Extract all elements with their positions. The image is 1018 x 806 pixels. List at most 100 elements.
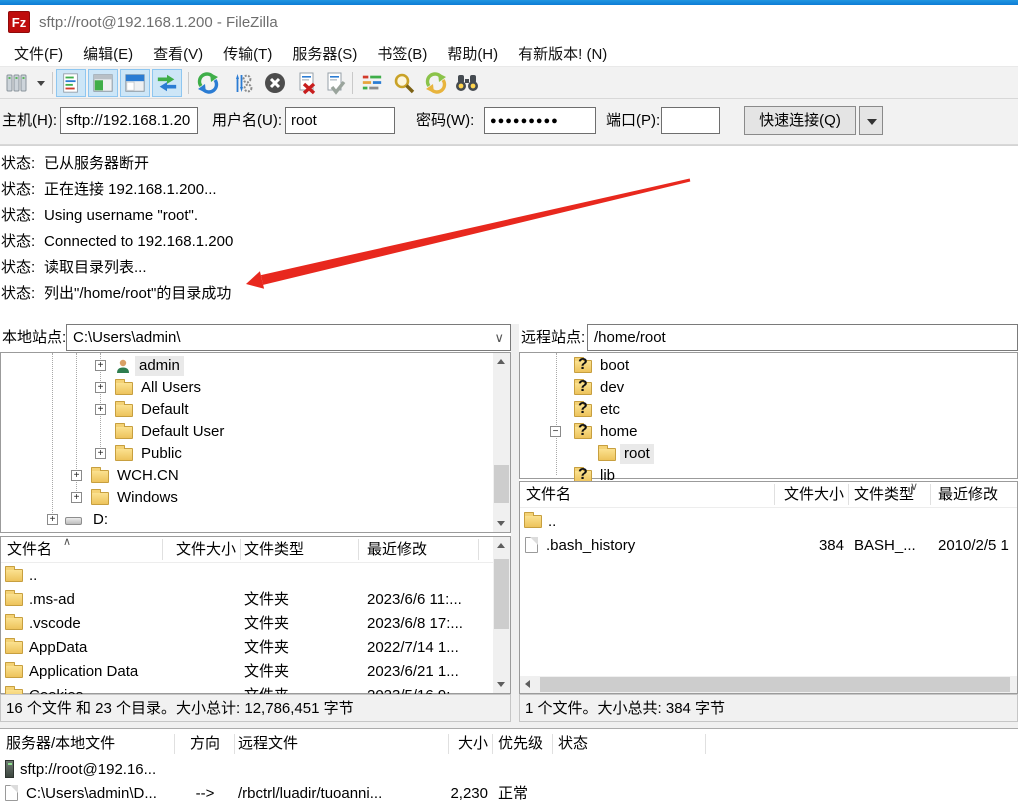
column-header-filesize[interactable]: 文件大小 bbox=[778, 482, 844, 507]
toggle-log-view-button[interactable] bbox=[56, 69, 86, 97]
unknown-folder-icon bbox=[574, 382, 592, 395]
quickconnect-button[interactable]: 快速连接(Q) bbox=[744, 106, 856, 135]
queue-header-status[interactable]: 状态 bbox=[558, 731, 588, 756]
column-separator bbox=[774, 484, 775, 505]
site-manager-dropdown[interactable] bbox=[34, 69, 48, 97]
scroll-left-icon[interactable] bbox=[520, 676, 537, 693]
quickconnect-dropdown[interactable] bbox=[859, 106, 883, 135]
reconnect-button[interactable] bbox=[320, 69, 350, 97]
port-input[interactable] bbox=[661, 107, 720, 134]
scrollbar-thumb[interactable] bbox=[540, 677, 1010, 692]
chevron-down-icon[interactable] bbox=[494, 325, 504, 350]
filter-button[interactable] bbox=[357, 69, 387, 97]
refresh-button[interactable] bbox=[193, 69, 223, 97]
remote-tree-item-root[interactable]: root bbox=[520, 443, 1017, 465]
column-separator bbox=[478, 539, 479, 560]
file-row-parent[interactable]: .. bbox=[520, 510, 1017, 534]
directory-comparison-button[interactable] bbox=[452, 69, 482, 97]
menu-bookmarks[interactable]: 书签(B) bbox=[367, 41, 437, 66]
column-header-filesize[interactable]: 文件大小 bbox=[164, 537, 236, 562]
toolbar-separator bbox=[52, 72, 53, 94]
expander-icon[interactable] bbox=[47, 514, 58, 525]
username-input[interactable] bbox=[285, 107, 395, 134]
file-row-parent[interactable]: .. bbox=[1, 564, 494, 588]
toggle-local-tree-button[interactable] bbox=[88, 69, 118, 97]
local-list-scrollbar[interactable] bbox=[493, 537, 510, 693]
expander-icon[interactable] bbox=[95, 448, 106, 459]
host-input[interactable] bbox=[60, 107, 198, 134]
expander-icon[interactable] bbox=[71, 470, 82, 481]
queue-header-size[interactable]: 大小 bbox=[452, 731, 488, 756]
expander-icon[interactable] bbox=[71, 492, 82, 503]
local-tree-item-public[interactable]: Public bbox=[1, 443, 510, 465]
file-row-appdata[interactable]: AppData 文件夹 2022/7/14 1... bbox=[1, 636, 494, 660]
site-manager-button[interactable] bbox=[2, 69, 32, 97]
scroll-up-icon[interactable] bbox=[493, 537, 510, 554]
local-tree-item-admin[interactable]: admin bbox=[1, 355, 510, 377]
synchronized-browsing-button[interactable] bbox=[421, 69, 451, 97]
queue-header-priority[interactable]: 优先级 bbox=[498, 731, 543, 756]
scroll-down-icon[interactable] bbox=[493, 515, 510, 532]
queue-header-remote-file[interactable]: 远程文件 bbox=[238, 731, 298, 756]
local-tree-scrollbar[interactable] bbox=[493, 353, 510, 532]
transfer-queue: 服务器/本地文件 方向 远程文件 大小 优先级 状态 sftp://root@1… bbox=[0, 728, 1018, 806]
local-tree-item-default-user[interactable]: Default User bbox=[1, 421, 510, 443]
column-header-filename[interactable]: 文件名 bbox=[7, 537, 157, 562]
scrollbar-thumb[interactable] bbox=[494, 465, 509, 503]
cancel-operation-button[interactable] bbox=[260, 69, 290, 97]
column-header-modified[interactable]: 最近修改 bbox=[938, 482, 1016, 507]
menu-transfer[interactable]: 传输(T) bbox=[213, 41, 282, 66]
remote-tree-item-dev[interactable]: dev bbox=[520, 377, 1017, 399]
queue-header-direction[interactable]: 方向 bbox=[178, 731, 232, 756]
column-separator bbox=[552, 734, 553, 754]
file-row-vscode[interactable]: .vscode 文件夹 2023/6/8 17:... bbox=[1, 612, 494, 636]
menu-view[interactable]: 查看(V) bbox=[143, 41, 213, 66]
remote-tree-item-etc[interactable]: etc bbox=[520, 399, 1017, 421]
local-tree-item-windows[interactable]: Windows bbox=[1, 487, 510, 509]
expander-icon[interactable] bbox=[95, 360, 106, 371]
queue-row-server[interactable]: sftp://root@192.16... bbox=[0, 758, 1018, 782]
server-icon bbox=[5, 760, 14, 778]
local-tree-item-all-users[interactable]: All Users bbox=[1, 377, 510, 399]
toggle-remote-tree-button[interactable] bbox=[120, 69, 150, 97]
find-files-button[interactable] bbox=[389, 69, 419, 97]
folder-icon bbox=[115, 382, 133, 395]
local-tree-item-default[interactable]: Default bbox=[1, 399, 510, 421]
scroll-down-icon[interactable] bbox=[493, 676, 510, 693]
menu-help[interactable]: 帮助(H) bbox=[437, 41, 508, 66]
expander-icon[interactable] bbox=[95, 404, 106, 415]
file-row-ms-ad[interactable]: .ms-ad 文件夹 2023/6/6 11:... bbox=[1, 588, 494, 612]
remote-list-hscrollbar[interactable] bbox=[520, 676, 1017, 693]
menu-file[interactable]: 文件(F) bbox=[4, 41, 73, 66]
local-site-combo[interactable]: C:\Users\admin\ bbox=[66, 324, 511, 351]
local-tree-item-drive-d[interactable]: D: bbox=[1, 509, 510, 531]
folder-icon bbox=[5, 665, 23, 678]
column-separator bbox=[492, 734, 493, 754]
menu-new-version[interactable]: 有新版本! (N) bbox=[508, 41, 617, 66]
column-header-filetype[interactable]: 文件类型 bbox=[244, 537, 352, 562]
toggle-transfer-queue-button[interactable] bbox=[152, 69, 182, 97]
file-row-bash-history[interactable]: .bash_history 384 BASH_... 2010/2/5 1 bbox=[520, 534, 1017, 558]
vertical-splitter[interactable] bbox=[511, 324, 519, 722]
disconnect-button[interactable] bbox=[292, 69, 322, 97]
remote-site-combo[interactable]: /home/root bbox=[587, 324, 1018, 351]
column-header-modified[interactable]: 最近修改 bbox=[367, 537, 475, 562]
column-separator bbox=[162, 539, 163, 560]
menu-edit[interactable]: 编辑(E) bbox=[73, 41, 143, 66]
transfer-settings-button[interactable] bbox=[226, 69, 256, 97]
expander-icon[interactable] bbox=[95, 382, 106, 393]
remote-tree-item-boot[interactable]: boot bbox=[520, 355, 1017, 377]
file-row-application-data[interactable]: Application Data 文件夹 2023/6/21 1... bbox=[1, 660, 494, 684]
menu-server[interactable]: 服务器(S) bbox=[282, 41, 367, 66]
column-header-filename[interactable]: 文件名 bbox=[526, 482, 706, 507]
password-input[interactable] bbox=[484, 107, 596, 134]
disconnect-icon bbox=[295, 71, 319, 95]
queue-header-local-file[interactable]: 服务器/本地文件 bbox=[6, 731, 115, 756]
expander-icon[interactable] bbox=[550, 426, 561, 437]
scrollbar-thumb[interactable] bbox=[494, 559, 509, 629]
scroll-up-icon[interactable] bbox=[493, 353, 510, 370]
local-tree-item-wch-cn[interactable]: WCH.CN bbox=[1, 465, 510, 487]
queue-row-transfer[interactable]: C:\Users\admin\D... --> /rbctrl/luadir/t… bbox=[0, 782, 1018, 806]
remote-tree-item-home[interactable]: home bbox=[520, 421, 1017, 443]
message-log: 状态:已从服务器断开 状态:正在连接 192.168.1.200... 状态:U… bbox=[0, 145, 1018, 310]
